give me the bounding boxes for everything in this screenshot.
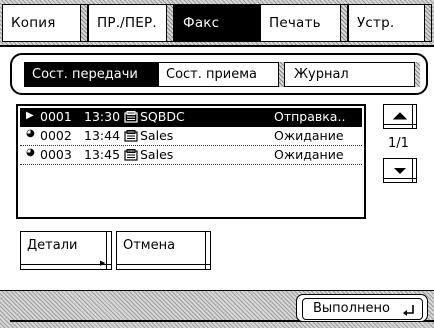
- tab-fax[interactable]: Факс: [174, 4, 260, 42]
- subtab-log-label: Журнал: [294, 67, 349, 82]
- tab-print-label: Печать: [269, 15, 321, 31]
- job-time: 13:30: [84, 109, 121, 124]
- cancel-label: Отмена: [123, 238, 176, 253]
- job-time: 13:44: [84, 128, 121, 143]
- play-icon: ▶: [26, 110, 34, 121]
- job-status: Ожидание: [274, 128, 344, 143]
- clock-icon: ◕: [26, 147, 35, 158]
- job-list: ▶ 0001 13:30 SQBDC Отправка.. ◕ 0002 13:…: [16, 104, 366, 219]
- cancel-button[interactable]: Отмена: [116, 231, 211, 270]
- tab-fax-label: Факс: [183, 15, 220, 31]
- job-number: 0002: [40, 128, 72, 143]
- job-destination: SQBDC: [140, 109, 185, 124]
- page-indicator: 1/1: [388, 136, 409, 151]
- job-status: Отправка..: [274, 109, 346, 124]
- fax-icon: [124, 130, 138, 145]
- enter-icon: [403, 305, 414, 316]
- job-destination: Sales: [140, 128, 174, 143]
- job-time: 13:45: [84, 147, 121, 162]
- details-button[interactable]: Детали ▶: [20, 231, 112, 270]
- table-row[interactable]: ▶ 0001 13:30 SQBDC Отправка..: [20, 108, 362, 127]
- tab-device[interactable]: Устр.: [348, 4, 432, 42]
- tab-device-label: Устр.: [357, 15, 395, 31]
- tab-scan-send-label: ПР./ПЕР.: [97, 15, 157, 31]
- subtab-receive-status-label: Сост. приема: [166, 67, 257, 82]
- table-row[interactable]: ◕ 0003 13:45 Sales Ожидание: [20, 146, 362, 165]
- details-label: Детали: [27, 238, 78, 253]
- clock-icon: ◕: [26, 128, 35, 139]
- tab-print[interactable]: Печать: [260, 4, 348, 42]
- subtab-log[interactable]: Журнал: [284, 62, 420, 87]
- subtab-send-status-label: Сост. передачи: [32, 67, 138, 82]
- job-number: 0001: [40, 109, 72, 124]
- table-row[interactable]: ◕ 0002 13:44 Sales Ожидание: [20, 127, 362, 146]
- subtab-receive-status[interactable]: Сост. приема: [158, 62, 284, 87]
- job-status: Ожидание: [274, 147, 344, 162]
- scroll-up-button[interactable]: [383, 104, 417, 129]
- top-tab-bar-line: [0, 45, 434, 47]
- job-destination: Sales: [140, 147, 174, 162]
- tab-copy[interactable]: Копия: [2, 4, 88, 42]
- tab-copy-label: Копия: [11, 15, 56, 31]
- job-number: 0003: [40, 147, 72, 162]
- scroll-down-button[interactable]: [383, 158, 417, 183]
- fax-icon: [124, 149, 138, 164]
- fax-icon: [124, 111, 138, 126]
- done-button[interactable]: Выполнено: [302, 298, 423, 320]
- done-label: Выполнено: [313, 301, 390, 316]
- tab-scan-send[interactable]: ПР./ПЕР.: [88, 4, 174, 42]
- subtab-send-status[interactable]: Сост. передачи: [24, 62, 158, 87]
